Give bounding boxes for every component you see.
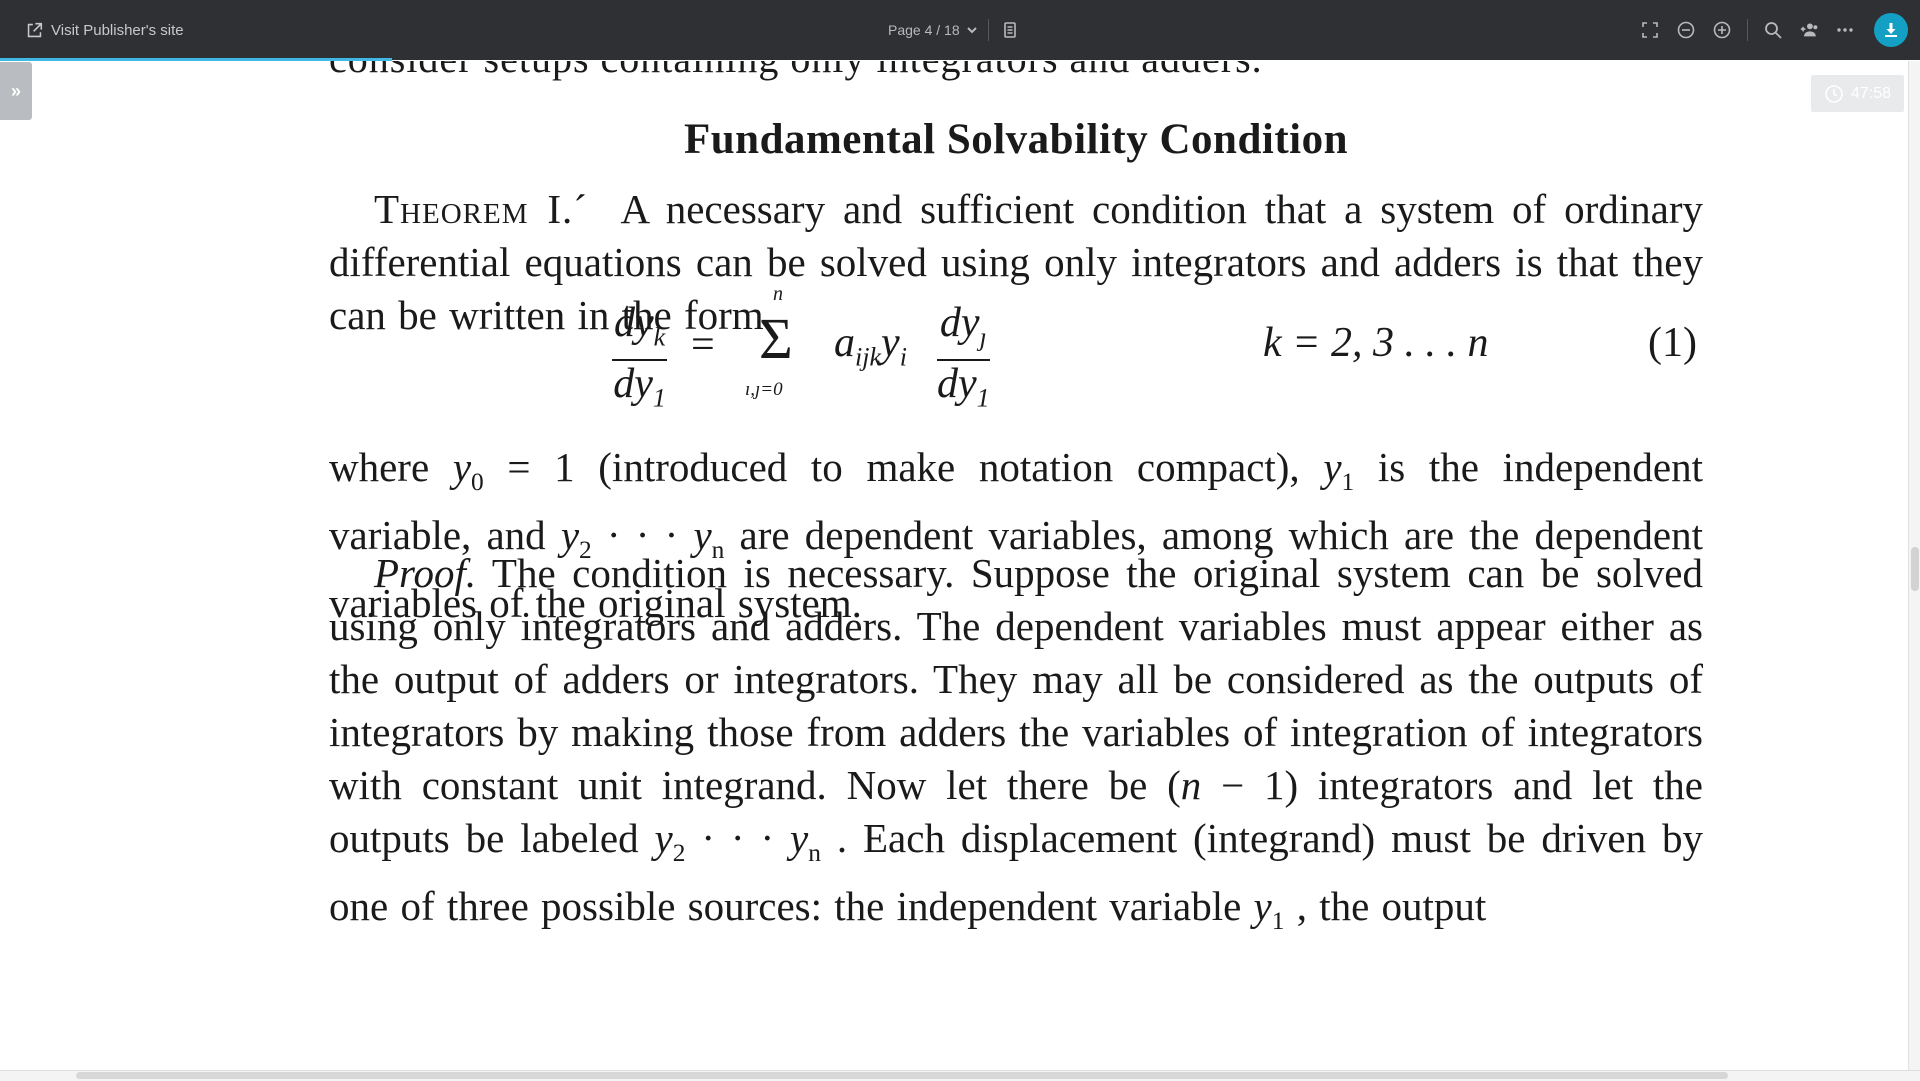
zoom-out-icon (1677, 21, 1695, 39)
rhs-numerator-sub: ȷ (979, 322, 987, 352)
sum-lower-limit: ı,ȷ=0 (745, 379, 783, 400)
zoom-out-button[interactable] (1675, 19, 1697, 41)
document-page: consider setups containing only integrat… (329, 61, 1703, 1070)
search-icon (1765, 22, 1782, 39)
share-users-icon (1800, 23, 1818, 37)
vertical-scroll-thumb[interactable] (1911, 547, 1919, 591)
equation-number: (1) (1648, 320, 1697, 366)
top-toolbar: Visit Publisher's site Page 4 / 18 (0, 0, 1920, 60)
section-heading: Fundamental Solvability Condition (683, 116, 1349, 163)
theorem-tick: ´ (573, 186, 587, 232)
zoom-in-icon (1713, 21, 1731, 39)
theorem-label: Theorem I. (374, 186, 574, 232)
sum-symbol: Σ (759, 306, 793, 371)
rhs-numerator: dy (939, 300, 980, 346)
more-icon (1837, 28, 1853, 32)
coefficient-term: aijkyi (834, 320, 907, 372)
page-view-button[interactable] (999, 19, 1021, 41)
download-icon (1885, 23, 1897, 37)
search-button[interactable] (1762, 19, 1784, 41)
horizontal-scrollbar[interactable] (0, 1070, 1920, 1081)
lhs-numerator-sub: k (653, 322, 666, 352)
toolbar-actions (1639, 0, 1908, 60)
lhs-denominator: dy (613, 361, 653, 408)
equals-sign: = (691, 322, 715, 368)
rhs-fraction: dyȷ dy1 (937, 301, 990, 422)
visit-publisher-label: Visit Publisher's site (51, 21, 184, 39)
share-button[interactable] (1798, 19, 1820, 41)
proof-paragraph: Proof. The condition is necessary. Suppo… (329, 550, 1703, 936)
rhs-denominator-sub: 1 (976, 383, 990, 413)
page-select[interactable]: Page 4 / 18 (888, 22, 978, 38)
page-navigation: Page 4 / 18 (888, 0, 1021, 60)
equation-1: dyk dy1 = n Σ ı,ȷ=0 aijkyi dyȷ dy1 k = 2… (329, 283, 1703, 422)
fullscreen-icon (1642, 22, 1658, 38)
lhs-numerator: dy (614, 300, 654, 346)
horizontal-scroll-thumb[interactable] (76, 1072, 1728, 1079)
vertical-scrollbar[interactable] (1908, 61, 1920, 1071)
reading-timer: 47:58 (1811, 75, 1904, 112)
page-indicator: Page 4 / 18 (888, 22, 960, 38)
download-button[interactable] (1874, 13, 1908, 47)
sum-upper-limit: n (773, 283, 783, 305)
fullscreen-button[interactable] (1639, 19, 1661, 41)
page-view-icon (1003, 22, 1016, 38)
clock-icon (1825, 84, 1843, 103)
sidebar-toggle[interactable]: » (0, 62, 32, 120)
cut-off-text-line: consider setups containing only integrat… (329, 61, 1263, 82)
lhs-denominator-sub: 1 (652, 383, 666, 413)
more-button[interactable] (1834, 19, 1856, 41)
chevron-down-icon (966, 27, 977, 34)
proof-label: Proof. (374, 550, 477, 596)
toolbar-divider-right (1747, 19, 1748, 41)
zoom-in-button[interactable] (1711, 19, 1733, 41)
visit-publisher-link[interactable]: Visit Publisher's site (26, 0, 184, 60)
equation-condition: k = 2, 3 . . . n (1263, 320, 1489, 366)
toolbar-divider (987, 19, 989, 41)
external-link-icon (27, 22, 43, 37)
sidebar-toggle-label: » (10, 80, 21, 101)
lhs-fraction: dyk dy1 (612, 300, 668, 422)
rhs-denominator: dy (937, 361, 977, 408)
timer-value: 47:58 (1850, 84, 1892, 102)
